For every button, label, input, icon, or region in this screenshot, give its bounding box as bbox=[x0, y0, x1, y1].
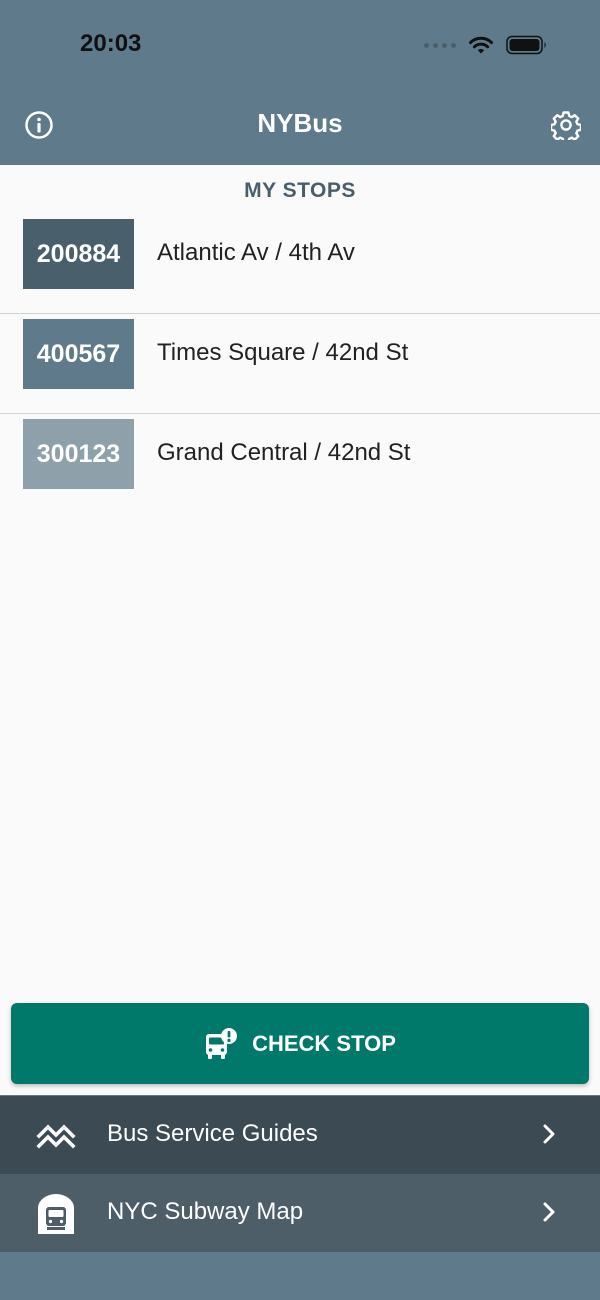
stop-name: Atlantic Av / 4th Av bbox=[157, 239, 355, 266]
header: 20:03 NYBus bbox=[0, 0, 600, 165]
settings-button[interactable] bbox=[549, 110, 583, 144]
stop-name: Grand Central / 42nd St bbox=[157, 439, 411, 466]
check-stop-button[interactable]: CHECK STOP bbox=[11, 1003, 589, 1084]
app-root: 20:03 NYBus MY STOPS 200884 Atlantic Av … bbox=[0, 0, 600, 1300]
menu-item-bus-service-guides[interactable]: Bus Service Guides bbox=[0, 1096, 600, 1174]
stop-row[interactable]: 400567 Times Square / 42nd St bbox=[0, 314, 600, 414]
status-time: 20:03 bbox=[80, 30, 142, 57]
gear-icon bbox=[549, 111, 583, 144]
stop-code-badge: 200884 bbox=[23, 219, 134, 289]
stop-code-badge: 400567 bbox=[23, 319, 134, 389]
menu-label: Bus Service Guides bbox=[107, 1120, 318, 1147]
menu-label: NYC Subway Map bbox=[107, 1198, 304, 1225]
section-title: MY STOPS bbox=[244, 179, 356, 202]
stop-row[interactable]: 300123 Grand Central / 42nd St bbox=[0, 414, 600, 514]
bus-alert-icon bbox=[206, 1027, 238, 1059]
stop-row[interactable]: 200884 Atlantic Av / 4th Av bbox=[0, 214, 600, 314]
status-icons bbox=[424, 34, 548, 56]
battery-icon bbox=[506, 35, 546, 55]
check-stop-label: CHECK STOP bbox=[252, 1030, 396, 1056]
stop-name: Times Square / 42nd St bbox=[157, 339, 409, 366]
page-title: NYBus bbox=[257, 108, 343, 138]
cellular-signal-icon bbox=[424, 42, 456, 48]
wifi-icon bbox=[469, 36, 493, 54]
chevron-right-icon bbox=[543, 1202, 555, 1222]
route-icon bbox=[36, 1124, 76, 1149]
menu-item-nyc-subway-map[interactable]: NYC Subway Map bbox=[0, 1174, 600, 1252]
subway-icon bbox=[38, 1194, 74, 1234]
main-content: MY STOPS 200884 Atlantic Av / 4th Av 400… bbox=[0, 165, 600, 1095]
stop-list: 200884 Atlantic Av / 4th Av 400567 Times… bbox=[0, 214, 600, 514]
stop-code-badge: 300123 bbox=[23, 419, 134, 489]
chevron-right-icon bbox=[543, 1124, 555, 1144]
